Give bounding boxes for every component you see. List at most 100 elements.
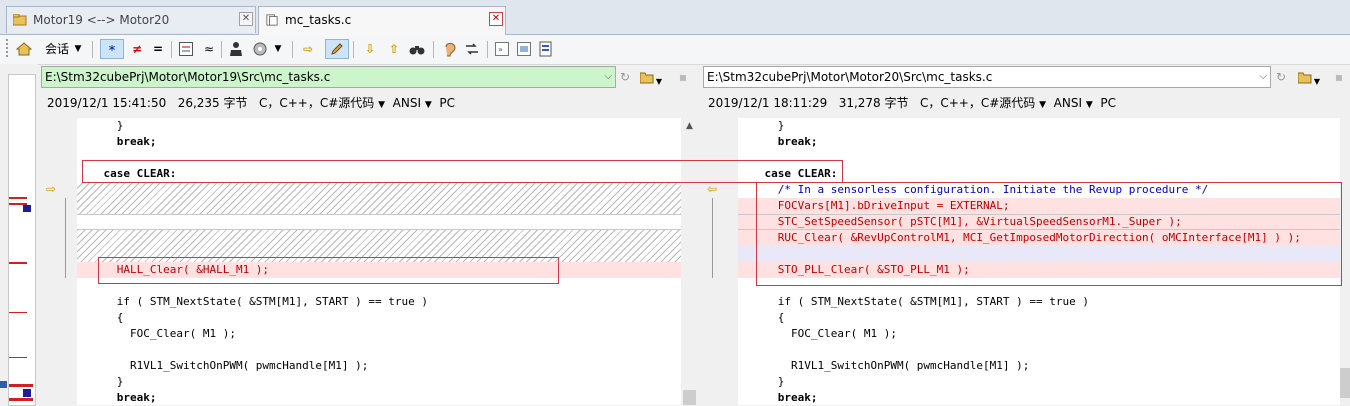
right-format[interactable]: C，C++，C#源代码 (920, 96, 1035, 110)
code-line: FOC_Clear( M1 ); (77, 327, 236, 340)
expand-icon[interactable]: » (492, 39, 512, 59)
report-icon[interactable] (536, 39, 556, 59)
binoculars-icon[interactable] (406, 39, 428, 59)
chevron-down-icon[interactable]: ⌵ (1259, 67, 1267, 87)
close-icon[interactable]: ✕ (239, 12, 253, 26)
left-path-text: E:\Stm32cubePrj\Motor\Motor19\Src\mc_tas… (45, 70, 331, 84)
code-line: if ( STM_NextState( &STM[M1], START ) ==… (77, 295, 428, 308)
annotation-box-added-block (756, 182, 1342, 286)
toolbar-separator (487, 41, 488, 58)
right-path-text: E:\Stm32cubePrj\Motor\Motor20\Src\mc_tas… (707, 70, 993, 84)
session-menu-button[interactable]: 会话 (42, 39, 72, 59)
code-line: break; (77, 391, 157, 404)
toolbar-separator (433, 41, 434, 58)
arrow-up-icon[interactable]: ⇧ (384, 39, 404, 59)
diff-overview[interactable] (0, 64, 38, 406)
right-gutter-bracket (712, 198, 713, 278)
save-icon[interactable]: ▪ (676, 67, 690, 87)
toolbar: 会话 ▼ * ≠ = ≈ ▼ ⇨ ⇩ ⇧ » (0, 35, 1350, 65)
overview-marker (9, 197, 27, 199)
current-diff-arrow-icon: ⇨ (46, 182, 57, 196)
folder-compare-icon (13, 14, 27, 26)
code-line: } (738, 119, 785, 132)
chevron-down-icon[interactable]: ▼ (378, 100, 385, 110)
overview-marker (9, 262, 27, 264)
file-compare-icon (266, 14, 278, 26)
chevron-down-icon[interactable]: ▼ (272, 39, 284, 59)
equal-icon[interactable]: = (148, 39, 168, 59)
code-line: break; (77, 135, 157, 148)
left-file-info: 2019/12/1 15:41:50 26,235 字节 C，C++，C#源代码… (47, 95, 455, 113)
chevron-down-icon[interactable]: ⌵ (604, 67, 612, 87)
code-line: } (77, 119, 124, 132)
rules-icon[interactable] (250, 39, 270, 59)
star-icon[interactable]: * (100, 39, 124, 59)
code-line: { (738, 311, 785, 324)
code-line: break; (738, 391, 818, 404)
open-folder-icon[interactable]: ▼ (1296, 67, 1322, 87)
code-line: FOC_Clear( M1 ); (738, 327, 897, 340)
left-encoding[interactable]: ANSI (393, 96, 421, 110)
pencil-icon[interactable] (325, 39, 349, 59)
svg-text:»: » (498, 45, 503, 54)
open-folder-icon[interactable]: ▼ (638, 67, 664, 87)
refresh-icon[interactable]: ↻ (1272, 67, 1290, 87)
chevron-down-icon[interactable]: ▼ (1039, 100, 1046, 110)
overview-marker (23, 205, 31, 212)
left-format[interactable]: C，C++，C#源代码 (259, 96, 374, 110)
person-icon[interactable] (226, 39, 246, 59)
right-size: 31,278 字节 (838, 96, 909, 110)
chevron-down-icon[interactable]: ▼ (1086, 100, 1093, 110)
left-date: 2019/12/1 15:41:50 (47, 96, 167, 110)
swap-icon[interactable] (462, 39, 482, 59)
annotation-box-case-clear (82, 160, 843, 183)
chevron-down-icon[interactable]: ▼ (425, 100, 432, 110)
overview-marker (9, 384, 33, 387)
right-file-info: 2019/12/1 18:11:29 31,278 字节 C，C++，C#源代码… (708, 95, 1116, 113)
save-icon[interactable]: ▪ (1332, 67, 1346, 87)
code-line: R1VL1_SwitchOnPWM( pwmcHandle[M1] ); (738, 359, 1030, 372)
toolbar-separator (171, 41, 172, 58)
code-line: R1VL1_SwitchOnPWM( pwmcHandle[M1] ); (77, 359, 369, 372)
annotation-box-hall-clear (98, 257, 559, 284)
code-line: } (738, 375, 785, 388)
scroll-up-icon[interactable]: ▲ (681, 118, 698, 134)
overview-position-marker (0, 381, 7, 388)
toolbar-separator (221, 41, 222, 58)
diff-icon[interactable] (176, 39, 196, 59)
left-line-ending[interactable]: PC (439, 96, 455, 110)
overview-marker (23, 389, 31, 397)
tab-session-motor19-motor20[interactable]: Motor19 <--> Motor20 ✕ (6, 6, 256, 33)
tab-bar: Motor19 <--> Motor20 ✕ mc_tasks.c ✕ (0, 0, 1350, 35)
tab-mc-tasks[interactable]: mc_tasks.c ✕ (258, 6, 506, 35)
code-line: { (77, 311, 124, 324)
refresh-icon[interactable]: ↻ (616, 67, 634, 87)
close-icon[interactable]: ✕ (489, 12, 503, 26)
arrow-down-icon[interactable]: ⇩ (360, 39, 380, 59)
home-icon[interactable] (14, 39, 34, 59)
approx-icon[interactable]: ≈ (200, 39, 218, 59)
ear-icon[interactable] (440, 39, 460, 59)
right-path-field[interactable]: E:\Stm32cubePrj\Motor\Motor20\Src\mc_tas… (703, 66, 1271, 88)
left-size: 26,235 字节 (177, 96, 248, 110)
code-line: } (77, 375, 124, 388)
right-line-ending[interactable]: PC (1100, 96, 1116, 110)
left-path-field[interactable]: E:\Stm32cubePrj\Motor\Motor19\Src\mc_tas… (41, 66, 616, 88)
code-line: break; (738, 135, 818, 148)
right-encoding[interactable]: ANSI (1054, 96, 1082, 110)
toolbar-separator (92, 41, 93, 58)
scroll-thumb[interactable] (683, 390, 696, 405)
left-cursor-line (77, 214, 681, 230)
chevron-down-icon[interactable]: ▼ (72, 39, 84, 59)
not-equal-icon[interactable]: ≠ (126, 39, 148, 59)
overview-strip[interactable] (8, 74, 36, 406)
scroll-thumb[interactable] (1340, 368, 1350, 398)
arrow-right-icon[interactable]: ⇨ (298, 39, 318, 59)
overview-marker (9, 398, 33, 401)
overview-marker (9, 357, 27, 358)
left-gutter-bracket (65, 198, 66, 278)
toolbar-separator (353, 41, 354, 58)
session-label: 会话 (44, 42, 69, 56)
current-diff-arrow-icon: ⇦ (707, 182, 718, 196)
open-folder-icon[interactable] (514, 39, 534, 59)
